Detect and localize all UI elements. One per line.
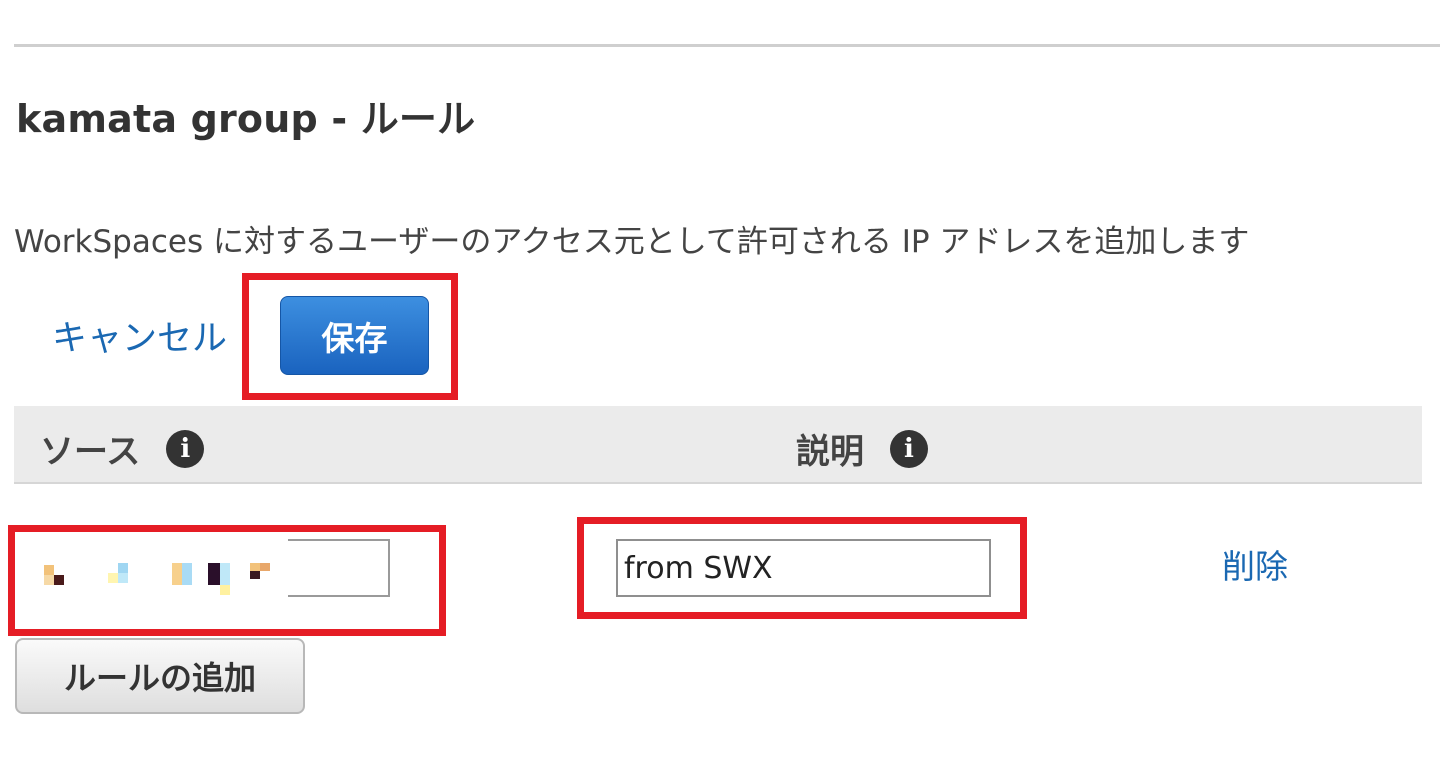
info-icon[interactable]: i: [890, 429, 928, 468]
column-header-source: ソース i: [40, 424, 205, 473]
column-header-description: 説明 i: [796, 424, 928, 473]
rules-table-header: ソース i 説明 i: [14, 406, 1422, 484]
highlight-save-button: [242, 273, 458, 400]
add-rule-button[interactable]: ルールの追加: [15, 638, 305, 714]
delete-rule-link[interactable]: 削除: [1222, 540, 1288, 588]
column-header-description-label: 説明: [796, 432, 864, 472]
page-description: WorkSpaces に対するユーザーのアクセス元として許可される IP アドレ…: [14, 224, 1250, 260]
cancel-link[interactable]: キャンセル: [52, 310, 227, 361]
top-divider: [14, 44, 1440, 47]
column-header-source-label: ソース: [40, 432, 141, 472]
info-icon[interactable]: i: [166, 429, 205, 468]
page-title: kamata group - ルール: [16, 97, 476, 141]
ip-rules-page: kamata group - ルール WorkSpaces に対するユーザーのア…: [0, 0, 1440, 772]
highlight-source-input: [8, 525, 446, 636]
highlight-description-input: [577, 517, 1027, 619]
